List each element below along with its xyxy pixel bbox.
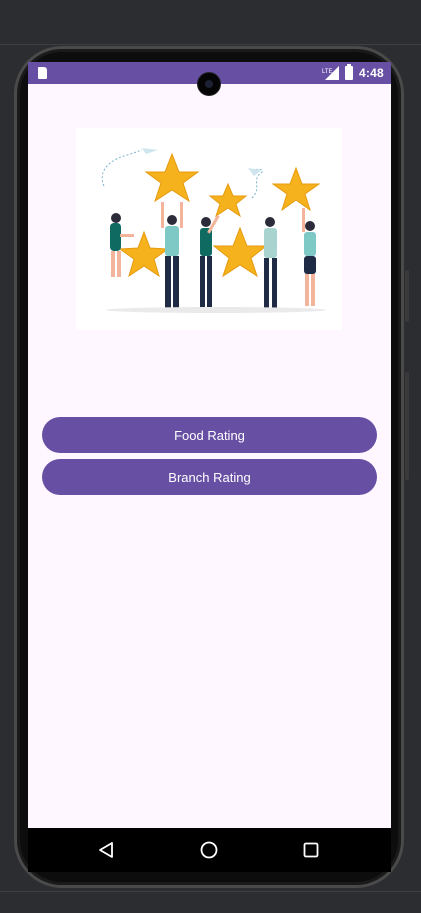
recents-square-icon[interactable] <box>303 842 319 858</box>
branch-rating-button[interactable]: Branch Rating <box>42 459 377 495</box>
volume-button[interactable] <box>405 270 409 322</box>
status-time: 4:48 <box>359 66 384 80</box>
home-circle-icon[interactable] <box>200 841 218 859</box>
sd-card-icon <box>38 67 47 79</box>
power-button[interactable] <box>405 372 409 480</box>
android-nav-bar <box>28 828 391 872</box>
signal-icon: LTE <box>322 66 339 80</box>
food-rating-button[interactable]: Food Rating <box>42 417 377 453</box>
rating-illustration <box>76 128 342 330</box>
svg-text:LTE: LTE <box>322 69 333 75</box>
emulator-top-bar <box>0 0 421 45</box>
app-screen: LTE 4:48 Food Rating Branch Rating <box>28 62 391 828</box>
front-camera <box>198 73 220 95</box>
emulator-bottom-bar <box>0 891 421 913</box>
back-triangle-icon[interactable] <box>98 841 114 859</box>
battery-icon <box>345 64 353 80</box>
